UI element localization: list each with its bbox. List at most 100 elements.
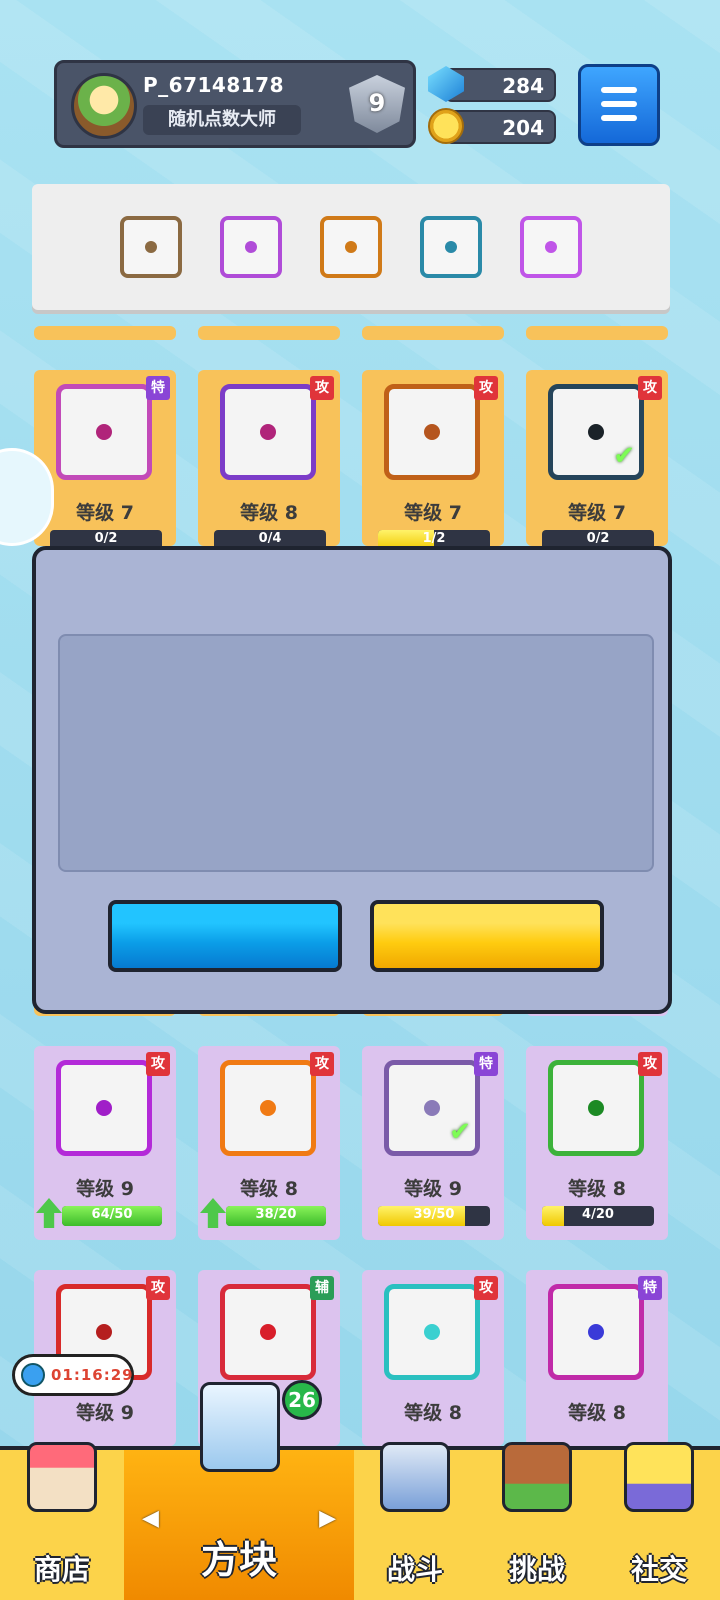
stopwatch-icon bbox=[21, 1363, 45, 1387]
progress-text: 64/50 bbox=[91, 1207, 133, 1222]
random-dice-icon[interactable] bbox=[120, 216, 182, 278]
type-tag: 攻 bbox=[638, 376, 662, 400]
rank-badge: 9 bbox=[349, 75, 405, 133]
card-level: 等级 9 bbox=[76, 1178, 134, 1200]
timer-text: 01:16:29 bbox=[51, 1366, 134, 1384]
dice-pip bbox=[96, 424, 112, 440]
dice-card[interactable]: 攻等级 9 64/50 bbox=[34, 1046, 176, 1240]
infinity-dice-icon[interactable] bbox=[320, 216, 382, 278]
vortex-dice-icon[interactable] bbox=[420, 216, 482, 278]
nav-challenge[interactable]: 挑战 bbox=[476, 1442, 598, 1600]
dice-pip bbox=[588, 1324, 604, 1340]
card-level: 等级 9 bbox=[404, 1178, 462, 1200]
dice-card[interactable]: ✔ 攻等级 7 0/2 bbox=[526, 370, 668, 550]
type-tag: 攻 bbox=[310, 1052, 334, 1076]
rank-number: 9 bbox=[368, 89, 386, 117]
shop-icon bbox=[27, 1442, 97, 1512]
biohazard-dice-icon bbox=[548, 1060, 644, 1156]
dice-block-icon bbox=[200, 1382, 280, 1472]
card-partial bbox=[34, 326, 176, 340]
progress-text: 39/50 bbox=[413, 1207, 455, 1222]
dice-card[interactable]: 特等级 7 0/2 bbox=[34, 370, 176, 550]
dice-pip bbox=[260, 1324, 276, 1340]
event-timer[interactable]: 01:16:29 bbox=[12, 1354, 134, 1396]
nav-social[interactable]: 社交 bbox=[598, 1442, 720, 1600]
nav-battle[interactable]: 战斗 bbox=[354, 1442, 476, 1600]
dialog-content bbox=[58, 634, 654, 872]
nav-challenge-label: 挑战 bbox=[508, 1553, 565, 1586]
pixel-dice-icon bbox=[56, 1060, 152, 1156]
social-icon bbox=[624, 1442, 694, 1512]
coin-value: 204 bbox=[502, 116, 544, 140]
card-level: 等级 8 bbox=[568, 1402, 626, 1424]
dice-pip bbox=[588, 1100, 604, 1116]
dice-pip bbox=[260, 1100, 276, 1116]
nav-next-arrow-icon[interactable]: ▶ bbox=[319, 1506, 336, 1531]
type-tag: 特 bbox=[638, 1276, 662, 1300]
dice-card[interactable]: ✔ 特等级 9 39/50 bbox=[362, 1046, 504, 1240]
type-tag: 特 bbox=[146, 376, 170, 400]
card-level: 等级 7 bbox=[568, 502, 626, 524]
nav-blocks-label: 方块 bbox=[200, 1538, 277, 1582]
profile-panel[interactable]: P_67148178 随机点数大师 9 bbox=[54, 60, 416, 148]
type-tag: 攻 bbox=[638, 1052, 662, 1076]
player-name: P_67148178 bbox=[143, 73, 284, 97]
type-tag: 攻 bbox=[474, 1276, 498, 1300]
card-level: 等级 8 bbox=[568, 1178, 626, 1200]
coin-icon bbox=[428, 108, 464, 144]
progress-bar: 38/20 bbox=[226, 1206, 326, 1226]
dice-card[interactable]: 攻等级 8 38/20 bbox=[198, 1046, 340, 1240]
blocks-badge: 26 bbox=[282, 1380, 322, 1420]
progress-text: 0/2 bbox=[94, 531, 118, 546]
upgrade-arrow-icon bbox=[200, 1198, 226, 1228]
type-tag: 特 bbox=[474, 1052, 498, 1076]
dialog-modal bbox=[32, 546, 672, 1014]
rainbow-dice-icon[interactable] bbox=[220, 216, 282, 278]
dice-card[interactable]: 攻等级 8 0/4 bbox=[198, 370, 340, 550]
card-partial bbox=[526, 326, 668, 340]
gem-value: 284 bbox=[502, 74, 544, 98]
progress-text: 0/2 bbox=[586, 531, 610, 546]
gem-counter[interactable]: 284 bbox=[428, 66, 556, 102]
menu-button[interactable] bbox=[578, 64, 660, 146]
progress-text: 0/4 bbox=[258, 531, 282, 546]
dice-pip bbox=[96, 1324, 112, 1340]
dialog-yellow-button[interactable] bbox=[370, 900, 604, 972]
deck-dice-pip bbox=[545, 241, 557, 253]
menu-icon-line bbox=[601, 101, 637, 107]
dice-card[interactable]: 攻等级 8 4/20 bbox=[526, 1046, 668, 1240]
player-title: 随机点数大师 bbox=[143, 105, 301, 135]
deck-dice-pip bbox=[345, 241, 357, 253]
orbit-dice-icon bbox=[220, 384, 316, 480]
nav-prev-arrow-icon[interactable]: ◀ bbox=[142, 1506, 159, 1531]
card-level: 等级 7 bbox=[76, 502, 134, 524]
upgrade-arrow-icon bbox=[36, 1198, 62, 1228]
nav-shop[interactable]: 商店 bbox=[0, 1442, 124, 1600]
dice-card[interactable]: 攻等级 8 bbox=[362, 1270, 504, 1446]
dialog-blue-button[interactable] bbox=[108, 900, 342, 972]
deck-panel bbox=[32, 184, 670, 310]
dice-card[interactable]: 特等级 8 bbox=[526, 1270, 668, 1446]
dice-card[interactable]: 攻等级 7 1/2 bbox=[362, 370, 504, 550]
avatar[interactable] bbox=[71, 73, 137, 139]
card-level: 等级 8 bbox=[240, 502, 298, 524]
rainbow-dice-icon: ✔ bbox=[384, 1060, 480, 1156]
equipped-check-icon: ✔ bbox=[613, 441, 635, 471]
heal-dice-icon bbox=[220, 1284, 316, 1380]
card-level: 等级 8 bbox=[240, 1178, 298, 1200]
menu-icon bbox=[601, 87, 637, 93]
dice-pip bbox=[588, 424, 604, 440]
coin-counter[interactable]: 204 bbox=[428, 108, 556, 144]
dice-pip bbox=[96, 1100, 112, 1116]
nav-battle-label: 战斗 bbox=[386, 1553, 443, 1586]
deck-dice-pip bbox=[145, 241, 157, 253]
type-tag: 攻 bbox=[310, 376, 334, 400]
star-dice-icon[interactable] bbox=[520, 216, 582, 278]
card-partial bbox=[198, 326, 340, 340]
nav-blocks[interactable]: 26 ◀ ▶ 方块 bbox=[124, 1380, 354, 1600]
type-tag: 攻 bbox=[146, 1276, 170, 1300]
type-tag: 攻 bbox=[146, 1052, 170, 1076]
scissors-dice-icon bbox=[56, 384, 152, 480]
card-level: 等级 9 bbox=[76, 1402, 134, 1424]
card-partial bbox=[362, 326, 504, 340]
